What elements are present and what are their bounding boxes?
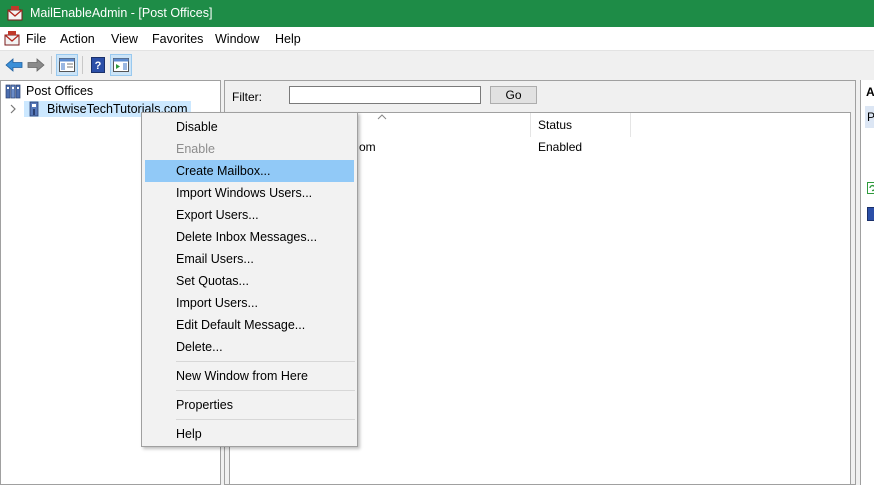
show-hide-action-pane-icon	[113, 58, 129, 72]
menu-action[interactable]: Action	[60, 32, 95, 46]
chevron-right-icon[interactable]	[8, 104, 18, 114]
menu-item-create-mailbox[interactable]: Create Mailbox...	[145, 160, 354, 182]
help-button[interactable]: ?	[87, 54, 109, 76]
menu-file[interactable]: File	[26, 32, 46, 46]
window-title: MailEnableAdmin - [Post Offices]	[30, 6, 213, 20]
svg-text:?: ?	[95, 60, 102, 72]
mailenable-app-icon	[7, 6, 23, 21]
row-name-cell[interactable]: om	[359, 140, 376, 154]
help-icon: ?	[91, 57, 105, 73]
actions-pane-header: A	[866, 85, 874, 99]
tree-label: Post Offices	[26, 84, 94, 98]
toolbar-separator	[82, 56, 83, 74]
filter-label: Filter:	[232, 90, 262, 104]
menu-item-import-users[interactable]: Import Users...	[145, 292, 354, 314]
forward-button[interactable]	[25, 54, 47, 76]
menu-help[interactable]: Help	[275, 32, 301, 46]
toolbar: ?	[0, 50, 874, 79]
title-bar[interactable]: MailEnableAdmin - [Post Offices]	[0, 0, 874, 27]
refresh-icon[interactable]	[867, 182, 874, 194]
mmc-system-menu-icon[interactable]	[4, 31, 20, 46]
sort-ascending-icon	[377, 114, 387, 120]
menu-bar: File Action View Favorites Window Help	[0, 27, 874, 50]
help-icon[interactable]	[867, 207, 874, 221]
menu-item-set-quotas[interactable]: Set Quotas...	[145, 270, 354, 292]
tree-item-post-offices[interactable]: Post Offices	[5, 82, 93, 100]
forward-icon	[27, 58, 45, 72]
column-header-status[interactable]: Status	[531, 113, 631, 137]
menu-window[interactable]: Window	[215, 32, 259, 46]
row-status-cell[interactable]: Enabled	[538, 140, 582, 154]
menu-item-new-window-from-here[interactable]: New Window from Here	[145, 365, 354, 387]
menu-favorites[interactable]: Favorites	[152, 32, 203, 46]
actions-pane: A P	[860, 80, 874, 485]
filter-input[interactable]	[289, 86, 481, 104]
menu-item-properties[interactable]: Properties	[145, 394, 354, 416]
menu-item-disable[interactable]: Disable	[145, 116, 354, 138]
menu-item-help[interactable]: Help	[145, 423, 354, 445]
toolbar-separator	[51, 56, 52, 74]
menu-item-delete[interactable]: Delete...	[145, 336, 354, 358]
menu-item-edit-default-message[interactable]: Edit Default Message...	[145, 314, 354, 336]
menu-separator	[176, 419, 355, 420]
post-offices-icon	[5, 84, 21, 99]
menu-separator	[176, 361, 355, 362]
menu-item-delete-inbox-messages[interactable]: Delete Inbox Messages...	[145, 226, 354, 248]
back-icon	[5, 58, 23, 72]
show-hide-tree-icon	[59, 58, 75, 72]
back-button[interactable]	[3, 54, 25, 76]
go-button[interactable]: Go	[490, 86, 537, 104]
post-office-icon	[29, 101, 39, 117]
context-menu: Disable Enable Create Mailbox... Import …	[141, 112, 358, 447]
menu-separator	[176, 390, 355, 391]
menu-item-import-windows-users[interactable]: Import Windows Users...	[145, 182, 354, 204]
menu-view[interactable]: View	[111, 32, 138, 46]
show-hide-console-tree-button[interactable]	[56, 54, 78, 76]
show-hide-action-pane-button[interactable]	[110, 54, 132, 76]
actions-pane-item[interactable]: P	[865, 106, 874, 128]
menu-item-email-users[interactable]: Email Users...	[145, 248, 354, 270]
menu-item-export-users[interactable]: Export Users...	[145, 204, 354, 226]
menu-item-enable: Enable	[176, 142, 215, 156]
